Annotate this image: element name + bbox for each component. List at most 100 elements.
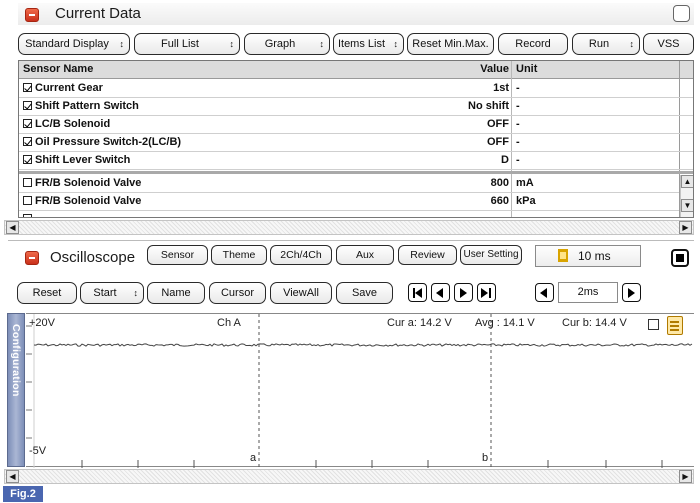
standard-display-select[interactable]: Standard Display ↕	[18, 33, 130, 55]
stop-button[interactable]	[671, 249, 689, 267]
reset-min-max-button[interactable]: Reset Min.Max.	[407, 33, 494, 55]
view-all-button[interactable]: ViewAll	[270, 282, 332, 304]
time-div-decrease-button[interactable]	[535, 283, 554, 302]
row-unit: -	[516, 100, 520, 112]
start-select[interactable]: Start ↕	[80, 282, 144, 304]
updown-icon: ↕	[119, 39, 125, 49]
row-value: 1st	[493, 82, 509, 94]
row-unit: mA	[516, 177, 534, 189]
header-unit: Unit	[516, 63, 538, 75]
time-div-increase-button[interactable]	[622, 283, 641, 302]
table-horizontal-scrollbar[interactable]: ◀ ▶	[4, 220, 694, 235]
oscilloscope-plot[interactable]: +20V -5V Ch A Cur a: 14.2 V Avg : 14.1 V…	[26, 313, 694, 468]
user-setting-button[interactable]: User Setting	[460, 245, 522, 265]
legend-icon[interactable]	[667, 316, 683, 335]
table-row[interactable]: FR/B Solenoid Valve 660 kPa	[19, 193, 679, 211]
vss-label: VSS	[657, 38, 680, 50]
name-label: Name	[161, 287, 191, 299]
table-row-partial[interactable]	[19, 211, 679, 217]
row-checkbox[interactable]	[23, 83, 32, 92]
review-button[interactable]: Review	[398, 245, 457, 265]
cursor-button[interactable]: Cursor	[209, 282, 266, 304]
row-checkbox[interactable]	[23, 155, 32, 164]
graph-label: Graph	[264, 38, 296, 50]
cursor-b-marker: b	[482, 452, 489, 464]
row-checkbox[interactable]	[23, 178, 32, 187]
row-unit: -	[516, 118, 520, 130]
table-vertical-scrollbar[interactable]: ▲ ▼	[680, 175, 693, 217]
graph-select[interactable]: Graph ↕	[244, 33, 330, 55]
table-row[interactable]: Current Gear 1st -	[19, 80, 693, 98]
plot-horizontal-scrollbar[interactable]: ◀ ▶	[4, 469, 694, 484]
vss-button[interactable]: VSS	[643, 33, 694, 55]
last-frame-button[interactable]	[477, 283, 496, 302]
row-value: No shift	[468, 100, 509, 112]
next-frame-icon	[460, 288, 467, 298]
current-data-collapse-button[interactable]	[25, 8, 39, 22]
oscilloscope-collapse-button[interactable]	[25, 251, 39, 265]
channels-button[interactable]: 2Ch/4Ch	[270, 245, 332, 265]
updown-icon: ↕	[629, 39, 635, 49]
aux-button[interactable]: Aux	[336, 245, 394, 265]
row-unit: -	[516, 136, 520, 148]
reset-button[interactable]: Reset	[17, 282, 77, 304]
items-list-select[interactable]: Items List ↕	[333, 33, 404, 55]
scroll-left-icon[interactable]: ◀	[6, 470, 19, 483]
row-checkbox[interactable]	[23, 101, 32, 110]
theme-button[interactable]: Theme	[211, 245, 267, 265]
items-list-label: Items List	[337, 38, 386, 50]
maximize-icon[interactable]	[673, 5, 690, 22]
name-button[interactable]: Name	[147, 282, 205, 304]
last-frame-icon	[481, 288, 488, 298]
row-checkbox[interactable]	[23, 119, 32, 128]
y-max-label: +20V	[29, 317, 55, 329]
stop-icon	[676, 254, 684, 262]
row-value: D	[501, 154, 509, 166]
scroll-left-icon[interactable]: ◀	[6, 221, 19, 234]
row-value: 800	[490, 177, 509, 189]
row-checkbox[interactable]	[23, 137, 32, 146]
scroll-up-icon[interactable]: ▲	[681, 175, 693, 188]
row-unit: kPa	[516, 195, 536, 207]
run-select[interactable]: Run ↕	[572, 33, 640, 55]
row-name: Shift Lever Switch	[35, 154, 131, 166]
first-frame-button[interactable]	[408, 283, 427, 302]
table-row[interactable]: Oil Pressure Switch-2(LC/B) OFF -	[19, 134, 693, 152]
prev-frame-icon	[436, 288, 443, 298]
timebase-display: 10 ms	[535, 245, 641, 267]
scroll-right-icon[interactable]: ▶	[679, 470, 692, 483]
user-setting-label: User Setting	[463, 249, 519, 260]
updown-icon: ↕	[229, 39, 235, 49]
configuration-tab[interactable]: Configuration	[7, 313, 25, 467]
row-name: Shift Pattern Switch	[35, 100, 139, 112]
table-row[interactable]: LC/B Solenoid OFF -	[19, 116, 693, 134]
table-row[interactable]: Shift Pattern Switch No shift -	[19, 98, 693, 116]
updown-icon: ↕	[133, 288, 139, 298]
time-div-value: 2ms	[577, 286, 599, 298]
row-value: 660	[490, 195, 509, 207]
start-label: Start	[93, 287, 117, 299]
scroll-right-icon[interactable]: ▶	[679, 221, 692, 234]
cursor-a-marker: a	[250, 452, 257, 464]
row-name: FR/B Solenoid Valve	[35, 195, 142, 207]
save-button[interactable]: Save	[336, 282, 393, 304]
channel-checkbox[interactable]	[648, 319, 659, 330]
table-row[interactable]: Shift Lever Switch D -	[19, 152, 693, 170]
cursor-a-readout: Cur a: 14.2 V	[387, 317, 452, 329]
scroll-down-icon[interactable]: ▼	[681, 199, 693, 212]
row-checkbox[interactable]	[23, 214, 32, 217]
table-row[interactable]: FR/B Solenoid Valve 800 mA	[19, 175, 679, 193]
current-data-title: Current Data	[55, 5, 141, 22]
record-button[interactable]: Record	[498, 33, 568, 55]
prev-frame-button[interactable]	[431, 283, 450, 302]
timebase-value: 10 ms	[578, 249, 611, 263]
full-list-select[interactable]: Full List ↕	[134, 33, 240, 55]
right-arrow-icon	[628, 288, 635, 298]
row-name: LC/B Solenoid	[35, 118, 111, 130]
row-name: Current Gear	[35, 82, 103, 94]
sensor-button[interactable]: Sensor	[147, 245, 208, 265]
row-checkbox[interactable]	[23, 196, 32, 205]
cursor-label: Cursor	[220, 287, 254, 299]
next-frame-button[interactable]	[454, 283, 473, 302]
waveform-canvas	[26, 314, 693, 468]
